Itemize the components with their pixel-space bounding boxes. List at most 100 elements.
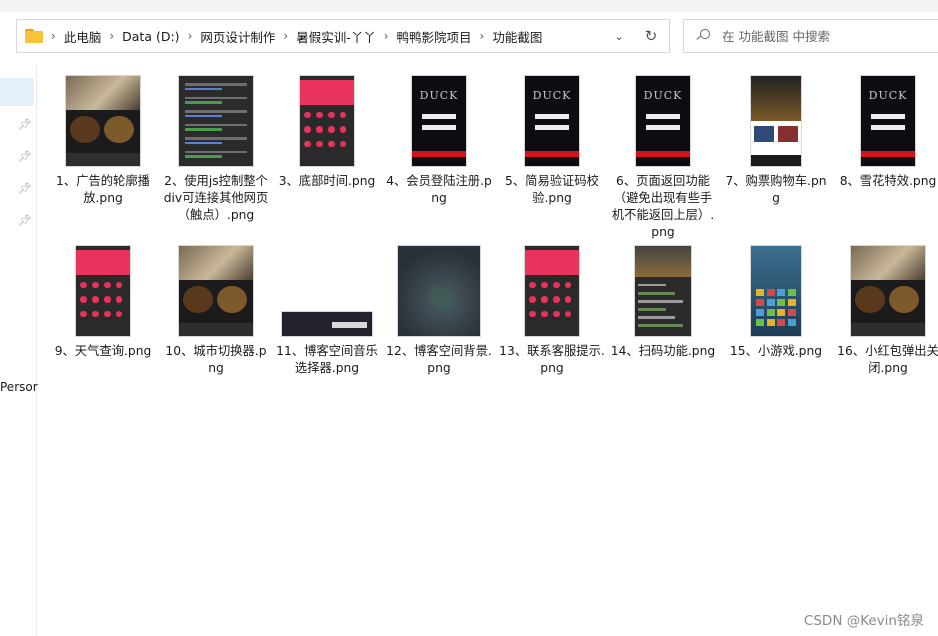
thumbnail-shape: [115, 296, 123, 303]
chevron-right-icon[interactable]: ›: [109, 29, 114, 43]
breadcrumb-duck-cinema[interactable]: 鸭鸭影院项目: [397, 27, 472, 46]
image-thumbnail[interactable]: DUCK: [412, 76, 466, 166]
file-name-label[interactable]: 6、页面返回功能（避免出现有些手机不能返回上层）.png: [610, 173, 716, 241]
sidebar-selected-item[interactable]: [0, 78, 34, 106]
search-input[interactable]: [722, 28, 922, 44]
thumbnail-shape: [304, 140, 311, 148]
file-item[interactable]: 3、底部时间.png: [274, 76, 380, 190]
pin-icon[interactable]: 📌︎: [18, 150, 32, 163]
file-name-label[interactable]: 10、城市切换器.png: [163, 343, 269, 377]
image-thumbnail[interactable]: [300, 76, 354, 166]
file-item[interactable]: DUCK 4、会员登陆注册.png: [386, 76, 492, 207]
thumbnail-shape: [80, 310, 87, 318]
file-name-label[interactable]: 5、简易验证码校验.png: [499, 173, 605, 207]
thumbnail-shape: [104, 282, 111, 289]
image-thumbnail[interactable]: DUCK: [525, 76, 579, 166]
file-item[interactable]: 10、城市切换器.png: [163, 246, 269, 377]
file-name-label[interactable]: 1、广告的轮廓播放.png: [50, 173, 156, 207]
image-thumbnail[interactable]: [525, 246, 579, 336]
file-item[interactable]: 2、使用js控制整个div可连接其他网页（触点）.png: [163, 76, 269, 224]
thumbnail-shape: [421, 113, 457, 120]
thumbnail-shape: [553, 282, 560, 289]
image-thumbnail[interactable]: DUCK: [636, 76, 690, 166]
sidebar-item-personal[interactable]: Persor: [0, 380, 38, 394]
file-name-label[interactable]: 4、会员登陆注册.png: [386, 173, 492, 207]
file-name-label[interactable]: 9、天气查询.png: [50, 343, 156, 360]
thumbnail-shape: [184, 155, 222, 158]
file-item[interactable]: 16、小红包弹出关闭.png: [835, 246, 938, 377]
thumbnail-shape: [777, 318, 785, 327]
file-item[interactable]: DUCK 5、简易验证码校验.png: [499, 76, 605, 207]
file-item[interactable]: 14、扫码功能.png: [610, 246, 716, 360]
chevron-right-icon[interactable]: ›: [188, 29, 193, 43]
file-item[interactable]: DUCK 6、页面返回功能（避免出现有些手机不能返回上层）.png: [610, 76, 716, 241]
image-thumbnail[interactable]: [179, 246, 253, 336]
thumbnail-shape: [787, 309, 796, 317]
breadcrumb-summer-training[interactable]: 暑假实训-丫丫: [296, 27, 376, 46]
file-item[interactable]: 15、小游戏.png: [723, 246, 829, 360]
image-thumbnail[interactable]: [635, 246, 691, 336]
file-item[interactable]: 9、天气查询.png: [50, 246, 156, 360]
thumbnail-shape: [92, 310, 99, 318]
file-name-label[interactable]: 16、小红包弹出关闭.png: [835, 343, 938, 377]
breadcrumb-drive-d[interactable]: Data (D:): [122, 29, 179, 44]
file-item[interactable]: 13、联系客服提示.png: [499, 246, 605, 377]
file-name-label[interactable]: 3、底部时间.png: [274, 173, 380, 190]
thumbnail-shape: [541, 310, 548, 318]
image-thumbnail[interactable]: [398, 246, 480, 336]
thumbnail-shape: [339, 126, 347, 133]
file-name-label[interactable]: 14、扫码功能.png: [610, 343, 716, 360]
chevron-right-icon[interactable]: ›: [384, 29, 389, 43]
thumbnail-shape: [184, 110, 248, 113]
file-name-label[interactable]: 8、雪花特效.png: [835, 173, 938, 190]
pin-icon[interactable]: 📌︎: [18, 118, 32, 131]
file-item[interactable]: 1、广告的轮廓播放.png: [50, 76, 156, 207]
thumbnail-shape: [751, 155, 801, 166]
history-dropdown-icon[interactable]: ⌄: [607, 30, 631, 43]
file-name-label[interactable]: 2、使用js控制整个div可连接其他网页（触点）.png: [163, 173, 269, 224]
chevron-right-icon[interactable]: ›: [51, 29, 56, 43]
file-name-label[interactable]: 11、博客空间音乐选择器.png: [274, 343, 380, 377]
image-thumbnail[interactable]: [751, 246, 801, 336]
thumbnail-shape: [316, 112, 323, 119]
chevron-right-icon[interactable]: ›: [480, 29, 485, 43]
file-name-label[interactable]: 13、联系客服提示.png: [499, 343, 605, 377]
breadcrumb-web-design[interactable]: 网页设计制作: [200, 27, 275, 46]
image-thumbnail[interactable]: [751, 76, 801, 166]
thumbnail-shape: [756, 289, 764, 297]
file-name-label[interactable]: 7、购票购物车.png: [723, 173, 829, 207]
thumbnail-shape: [787, 289, 796, 297]
image-thumbnail[interactable]: DUCK: [861, 76, 915, 166]
pin-icon[interactable]: 📌︎: [18, 214, 32, 227]
thumbnail-shape: [766, 318, 775, 327]
thumbnail-shape: [751, 76, 801, 121]
thumbnail-shape: [756, 318, 764, 327]
thumbnail-shape: [70, 115, 101, 143]
thumbnail-shape: [787, 299, 796, 307]
file-name-label[interactable]: 12、博客空间背景.png: [386, 343, 492, 377]
image-thumbnail[interactable]: [851, 246, 925, 336]
file-item[interactable]: 11、博客空间音乐选择器.png: [274, 246, 380, 377]
pin-icon[interactable]: 📌︎: [18, 182, 32, 195]
breadcrumb-screenshots[interactable]: 功能截图: [492, 27, 542, 46]
thumbnail-frame: [635, 246, 691, 336]
thumbnail-shape: [104, 310, 111, 318]
breadcrumb-this-pc[interactable]: 此电脑: [64, 27, 102, 46]
search-box[interactable]: [683, 19, 938, 53]
file-name-label[interactable]: 15、小游戏.png: [723, 343, 829, 360]
file-item[interactable]: 12、博客空间背景.png: [386, 246, 492, 377]
thumbnail-frame: [398, 246, 480, 336]
address-bar[interactable]: › 此电脑 › Data (D:) › 网页设计制作 › 暑假实训-丫丫 › 鸭…: [16, 19, 670, 53]
image-thumbnail[interactable]: [179, 76, 253, 166]
thumbnail-shape: [638, 291, 675, 295]
refresh-icon[interactable]: ↻: [639, 27, 663, 45]
image-thumbnail[interactable]: [282, 312, 372, 336]
image-thumbnail[interactable]: [66, 76, 140, 166]
image-thumbnail[interactable]: [76, 246, 130, 336]
file-item[interactable]: 7、购票购物车.png: [723, 76, 829, 207]
thumbnail-shape: [777, 309, 785, 317]
thumbnail-shape: [787, 318, 796, 327]
chevron-right-icon[interactable]: ›: [283, 29, 288, 43]
file-item[interactable]: DUCK 8、雪花特效.png: [835, 76, 938, 190]
thumbnail-frame: [179, 76, 253, 166]
